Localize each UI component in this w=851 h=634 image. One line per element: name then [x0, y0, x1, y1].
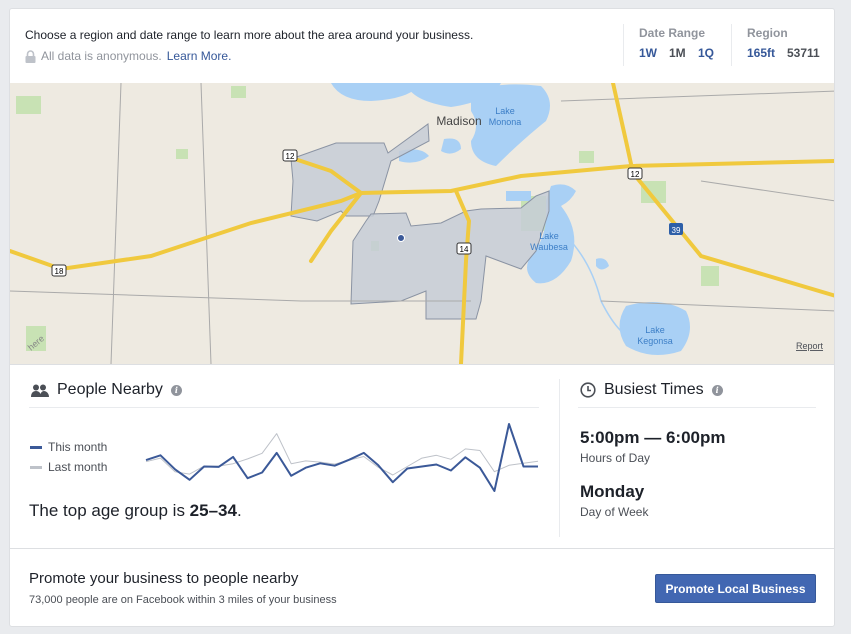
region-zip[interactable]: 53711 — [787, 46, 820, 60]
local-insights-card: Choose a region and date range to learn … — [9, 8, 835, 627]
svg-text:12: 12 — [286, 152, 295, 161]
header: Choose a region and date range to learn … — [10, 9, 834, 83]
date-range-1q[interactable]: 1Q — [698, 46, 714, 60]
info-icon[interactable]: i — [170, 384, 182, 396]
busiest-times-title-text: Busiest Times — [604, 381, 704, 398]
series-line-this-month — [145, 423, 538, 492]
promote-title: Promote your business to people nearby — [29, 570, 299, 587]
busiest-hours-label: Hours of Day — [580, 451, 651, 465]
people-icon — [31, 384, 49, 397]
top-age-group: The top age group is 25–34. — [29, 501, 242, 520]
svg-text:Monona: Monona — [489, 117, 522, 127]
busiest-hours: 5:00pm — 6:00pm — [580, 428, 726, 447]
stats-section: People Nearby i This month Last month Th… — [10, 364, 834, 548]
info-icon[interactable]: i — [711, 384, 723, 396]
intro-text: Choose a region and date range to learn … — [25, 28, 474, 42]
svg-text:12: 12 — [631, 170, 640, 179]
date-range-1w[interactable]: 1W — [639, 46, 657, 60]
series-line-last-month — [145, 433, 539, 476]
date-range-1m[interactable]: 1M — [669, 46, 686, 60]
divider — [578, 407, 816, 408]
svg-text:Waubesa: Waubesa — [530, 242, 568, 252]
map[interactable]: 12 12 18 14 39 Madison Lake Monona Lake … — [10, 81, 835, 366]
busiest-times-title: Busiest Times i — [580, 381, 723, 399]
learn-more-link[interactable]: Learn More. — [167, 49, 232, 63]
divider — [29, 407, 539, 408]
report-link[interactable]: Report — [796, 341, 824, 351]
svg-text:39: 39 — [672, 226, 681, 235]
svg-text:Lake: Lake — [495, 106, 515, 116]
city-label-madison: Madison — [436, 114, 481, 128]
svg-text:14: 14 — [460, 245, 469, 254]
region-radius[interactable]: 165ft — [747, 46, 775, 60]
divider — [623, 24, 624, 66]
svg-text:18: 18 — [55, 267, 64, 276]
people-nearby-title-text: People Nearby — [57, 381, 163, 398]
svg-text:Lake: Lake — [645, 325, 665, 335]
divider — [731, 24, 732, 66]
people-nearby-title: People Nearby i — [31, 381, 182, 399]
svg-text:Kegonsa: Kegonsa — [637, 336, 673, 346]
promote-footer: Promote your business to people nearby 7… — [10, 548, 834, 626]
busiest-day: Monday — [580, 482, 645, 501]
lock-icon — [25, 49, 36, 63]
top-age-value: 25–34 — [189, 501, 237, 520]
date-range-label: Date Range — [639, 26, 706, 40]
anonymous-notice: All data is anonymous. Learn More. — [25, 49, 231, 63]
anonymous-text: All data is anonymous. — [41, 49, 162, 63]
svg-text:Lake: Lake — [539, 231, 559, 241]
busiest-day-label: Day of Week — [580, 505, 649, 519]
clock-icon — [580, 382, 596, 398]
people-nearby-chart — [145, 423, 539, 492]
divider — [559, 379, 560, 537]
promote-subtitle: 73,000 people are on Facebook within 3 m… — [29, 594, 337, 606]
business-location-marker — [397, 234, 405, 242]
legend-this-month: This month — [30, 440, 107, 454]
region-label: Region — [747, 26, 788, 40]
promote-local-business-button[interactable]: Promote Local Business — [655, 574, 816, 603]
map-canvas[interactable]: 12 12 18 14 39 Madison Lake Monona Lake … — [10, 81, 835, 366]
legend-last-month: Last month — [30, 460, 107, 474]
